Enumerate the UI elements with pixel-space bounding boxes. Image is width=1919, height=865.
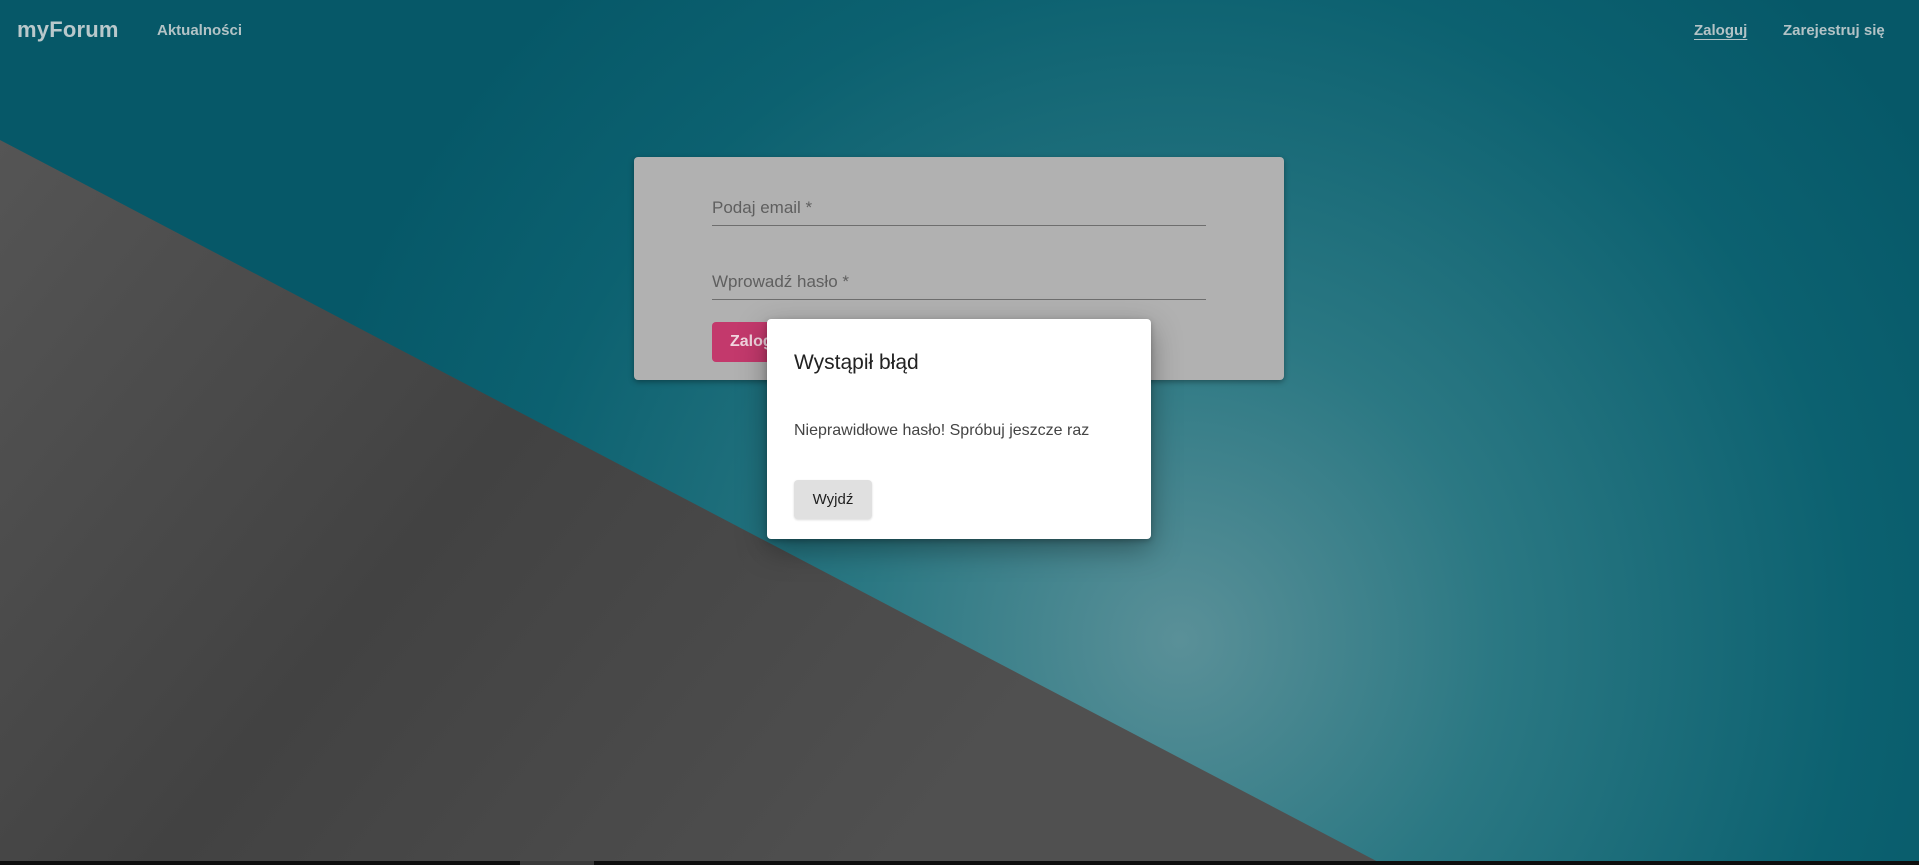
page: myForum Aktualności Zaloguj Zarejestruj …: [0, 0, 1919, 865]
navbar: myForum Aktualności Zaloguj Zarejestruj …: [0, 0, 1919, 62]
password-field-label: Wprowadź hasło *: [712, 272, 850, 291]
error-dialog-message: Nieprawidłowe hasło! Spróbuj jeszcze raz: [794, 422, 1090, 439]
error-dialog: Wystąpił błąd Nieprawidłowe hasło! Sprób…: [767, 319, 1151, 539]
exit-button[interactable]: Wyjdź: [794, 480, 872, 519]
error-dialog-title: Wystąpił błąd: [794, 351, 919, 374]
password-field[interactable]: Wprowadź hasło *: [712, 259, 1206, 300]
bottom-strip: [0, 861, 1919, 865]
nav-link-login[interactable]: Zaloguj: [1694, 22, 1747, 39]
nav-link-register[interactable]: Zarejestruj się: [1783, 22, 1885, 39]
nav-link-news[interactable]: Aktualności: [157, 22, 242, 39]
email-field-label: Podaj email *: [712, 198, 813, 217]
bottom-strip-gap: [520, 861, 594, 865]
email-field[interactable]: Podaj email *: [712, 185, 1206, 226]
brand-logo[interactable]: myForum: [17, 17, 119, 43]
